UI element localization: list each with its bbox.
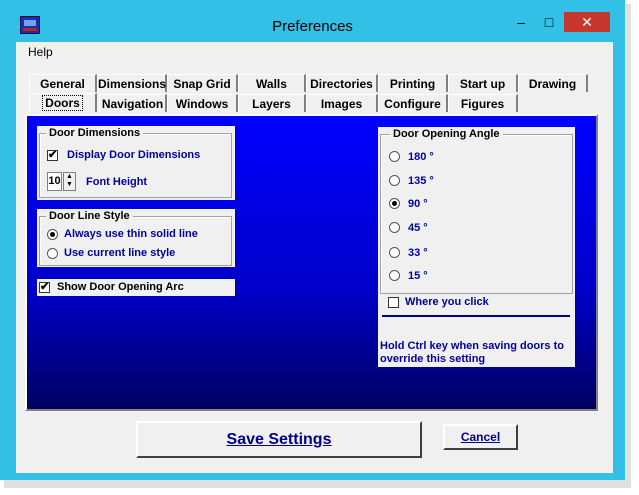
angle-15-label[interactable]: 15 ° <box>408 270 428 282</box>
door-dimensions-group: Door Dimensions ✔ Display Door Dimension… <box>37 126 235 200</box>
tab-drawing[interactable]: Drawing <box>518 74 588 92</box>
tab-navigation[interactable]: Navigation <box>99 94 167 112</box>
tab-general[interactable]: General <box>29 74 97 92</box>
door-angle-group: Door Opening Angle 180 ° 135 ° 90 ° 45 °… <box>378 127 575 367</box>
minimize-button[interactable]: – <box>508 12 534 32</box>
menu-bar: Help <box>16 42 613 63</box>
angle-135-radio[interactable] <box>389 175 400 186</box>
show-arc-label[interactable]: Show Door Opening Arc <box>57 281 184 293</box>
current-line-style-radio[interactable] <box>47 248 58 259</box>
show-arc-checkbox[interactable]: ✔ <box>39 282 50 293</box>
angle-180-label[interactable]: 180 ° <box>408 151 434 163</box>
tab-dimensions[interactable]: Dimensions <box>97 74 167 92</box>
display-dimensions-label[interactable]: Display Door Dimensions <box>67 149 200 161</box>
tab-walls[interactable]: Walls <box>238 74 306 92</box>
angle-33-label[interactable]: 33 ° <box>408 247 428 259</box>
maximize-button[interactable]: □ <box>536 12 562 32</box>
door-line-style-group: Door Line Style Always use thin solid li… <box>37 209 235 267</box>
angle-90-radio[interactable] <box>389 198 400 209</box>
door-line-style-legend: Door Line Style <box>46 210 133 222</box>
ctrl-hint-text: Hold Ctrl key when saving doors to overr… <box>380 340 564 365</box>
title-bar[interactable]: Preferences – □ ✕ <box>0 0 625 39</box>
close-button[interactable]: ✕ <box>564 12 610 32</box>
thin-solid-line-radio[interactable] <box>47 229 58 240</box>
door-angle-legend: Door Opening Angle <box>390 128 503 140</box>
font-height-spinner[interactable]: ▲ ▼ <box>63 172 76 191</box>
angle-135-label[interactable]: 135 ° <box>408 175 434 187</box>
tab-snap-grid[interactable]: Snap Grid <box>167 74 238 92</box>
tab-windows[interactable]: Windows <box>167 94 238 112</box>
cancel-button[interactable]: Cancel <box>443 424 518 450</box>
where-you-click-checkbox[interactable] <box>388 297 399 308</box>
angle-180-radio[interactable] <box>389 151 400 162</box>
save-settings-button[interactable]: Save Settings <box>136 421 422 458</box>
angle-15-radio[interactable] <box>389 270 400 281</box>
door-dimensions-legend: Door Dimensions <box>46 127 144 139</box>
tab-images[interactable]: Images <box>306 94 378 112</box>
angle-33-radio[interactable] <box>389 247 400 258</box>
current-line-style-label[interactable]: Use current line style <box>64 247 175 259</box>
display-dimensions-checkbox[interactable]: ✔ <box>47 150 58 161</box>
angle-separator <box>382 315 570 317</box>
angle-90-label[interactable]: 90 ° <box>408 198 428 210</box>
tab-directories[interactable]: Directories <box>306 74 378 92</box>
tab-doors-label: Doors <box>42 95 83 111</box>
menu-help[interactable]: Help <box>28 45 53 59</box>
tab-figures[interactable]: Figures <box>448 94 518 112</box>
angle-45-radio[interactable] <box>389 222 400 233</box>
tab-start-up[interactable]: Start up <box>448 74 518 92</box>
tab-printing[interactable]: Printing <box>378 74 448 92</box>
angle-45-label[interactable]: 45 ° <box>408 222 428 234</box>
thin-solid-line-label[interactable]: Always use thin solid line <box>64 228 198 240</box>
tab-configure[interactable]: Configure <box>378 94 448 112</box>
show-arc-row: ✔ Show Door Opening Arc <box>37 279 235 296</box>
where-you-click-label[interactable]: Where you click <box>405 296 489 308</box>
font-height-label: Font Height <box>86 176 148 188</box>
tab-doors[interactable]: Doors <box>29 93 97 112</box>
tab-layers[interactable]: Layers <box>238 94 306 112</box>
font-height-input[interactable]: 10 <box>47 172 62 191</box>
